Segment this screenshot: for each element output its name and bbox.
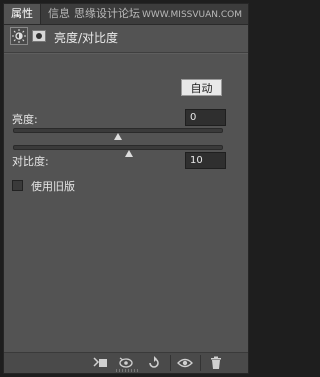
watermark: 思缘设计论坛 WWW.MISSVUAN.COM xyxy=(74,4,242,24)
contrast-label: 对比度: xyxy=(12,155,49,168)
toolbar-divider xyxy=(200,355,201,371)
resize-grip[interactable] xyxy=(116,369,140,372)
contrast-slider-thumb[interactable] xyxy=(124,150,133,157)
brightness-input[interactable]: 0 xyxy=(185,109,226,126)
panel-header: 亮度/对比度 xyxy=(4,25,248,51)
layer-mask-icon[interactable] xyxy=(32,30,46,42)
properties-panel: 属性 信息 思缘设计论坛 WWW.MISSVUAN.COM 亮度/对比度 自动 亮… xyxy=(3,3,249,374)
tab-info[interactable]: 信息 xyxy=(42,4,76,24)
view-previous-state-icon[interactable] xyxy=(118,356,134,370)
brightness-slider-thumb[interactable] xyxy=(114,133,122,140)
legacy-checkbox[interactable] xyxy=(12,180,23,191)
contrast-input[interactable]: 10 xyxy=(185,152,226,169)
tab-properties[interactable]: 属性 xyxy=(4,4,41,24)
header-divider-highlight xyxy=(4,53,248,54)
legacy-label[interactable]: 使用旧版 xyxy=(31,178,75,194)
contrast-slider-track[interactable] xyxy=(13,145,223,150)
toolbar-divider xyxy=(170,355,171,371)
watermark-cn: 思缘设计论坛 xyxy=(74,7,140,20)
brightness-label: 亮度: xyxy=(12,113,38,126)
visibility-eye-icon[interactable] xyxy=(177,356,193,370)
reset-icon[interactable] xyxy=(146,356,162,370)
clip-to-layer-icon[interactable] xyxy=(92,356,108,370)
watermark-url: WWW.MISSVUAN.COM xyxy=(142,10,242,20)
auto-button[interactable]: 自动 xyxy=(181,79,222,96)
brightness-contrast-adjustment-icon[interactable] xyxy=(10,27,28,45)
bottom-toolbar xyxy=(4,352,248,373)
trash-icon[interactable] xyxy=(208,356,224,370)
panel-title: 亮度/对比度 xyxy=(54,31,119,45)
panel-tabbar: 属性 信息 思缘设计论坛 WWW.MISSVUAN.COM xyxy=(4,4,248,25)
